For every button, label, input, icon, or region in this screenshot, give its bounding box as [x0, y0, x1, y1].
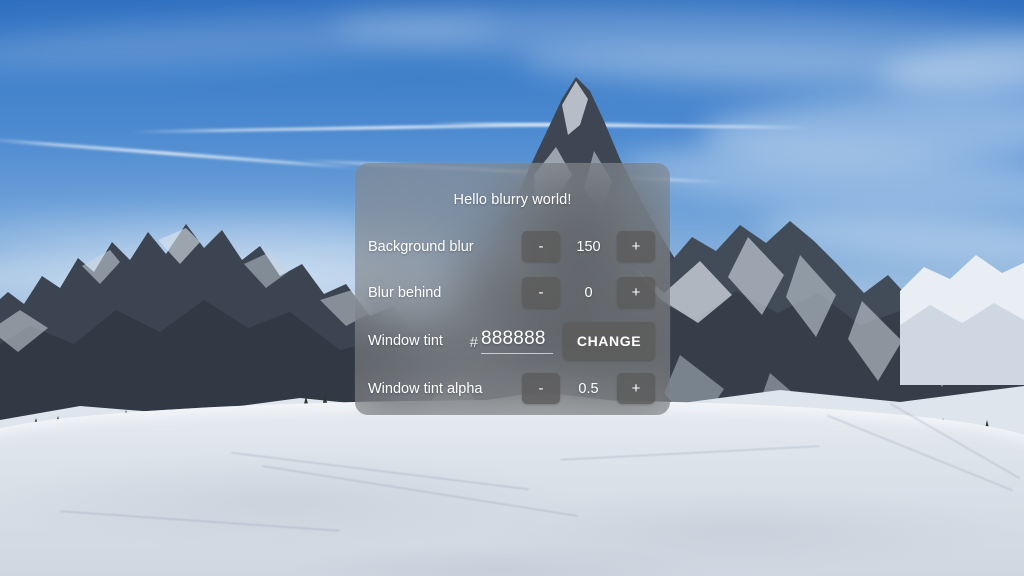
increment-blur-behind-button[interactable]: + — [617, 277, 655, 308]
window-tint-field-group: # — [469, 327, 553, 354]
setting-row-window-tint-alpha: Window tint alpha - 0.5 + — [355, 366, 670, 412]
app-root: Hello blurry world! Background blur - 15… — [0, 0, 1024, 576]
stepper-background-blur: - 150 + — [522, 231, 655, 262]
setting-row-blur-behind: Blur behind - 0 + — [355, 270, 670, 316]
value-window-tint-alpha: 0.5 — [578, 380, 599, 397]
increment-window-tint-alpha-button[interactable]: + — [617, 373, 655, 404]
value-blur-behind: 0 — [584, 284, 593, 301]
blur-settings-panel: Hello blurry world! Background blur - 15… — [355, 163, 670, 415]
change-tint-button[interactable]: CHANGE — [563, 321, 655, 360]
decrement-background-blur-button[interactable]: - — [522, 231, 560, 262]
window-tint-hex-input[interactable] — [481, 327, 553, 354]
value-background-blur: 150 — [576, 238, 601, 255]
setting-label-background-blur: Background blur — [368, 238, 474, 255]
settings-rows: Background blur - 150 + Blur behind - 0 … — [355, 224, 670, 412]
increment-background-blur-button[interactable]: + — [617, 231, 655, 262]
stepper-window-tint-alpha: - 0.5 + — [522, 373, 655, 404]
setting-label-window-tint: Window tint — [368, 332, 443, 349]
setting-row-window-tint: Window tint # CHANGE — [355, 316, 670, 366]
setting-row-background-blur: Background blur - 150 + — [355, 224, 670, 270]
setting-label-blur-behind: Blur behind — [368, 284, 442, 301]
setting-label-window-tint-alpha: Window tint alpha — [368, 380, 483, 397]
stepper-blur-behind: - 0 + — [522, 277, 655, 308]
hash-prefix-icon: # — [469, 333, 478, 351]
decrement-blur-behind-button[interactable]: - — [522, 277, 560, 308]
distant-snow-ridge — [900, 255, 1024, 385]
decrement-window-tint-alpha-button[interactable]: - — [522, 373, 560, 404]
panel-title: Hello blurry world! — [453, 192, 572, 208]
snowfield-shading — [0, 440, 1024, 576]
